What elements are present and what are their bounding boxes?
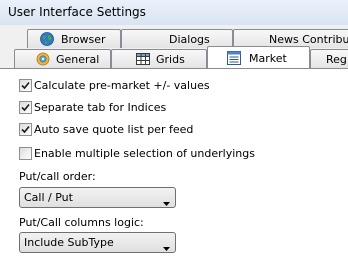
tab-market[interactable]: Market [207,46,310,68]
checkbox-label: Separate tab for Indices [34,101,167,114]
tab-browser[interactable]: Browser [27,29,121,48]
market-tab-panel: Calculate pre-market +/- values Separate… [0,68,348,262]
tab-label: Browser [61,33,106,46]
tab-grids[interactable]: Grids [111,49,207,68]
checkbox[interactable] [19,123,32,136]
putcall-order-select[interactable]: Call / Put [19,187,176,208]
tab-label: News Contributors [269,33,348,46]
tab-general[interactable]: General [14,49,111,68]
tab-strip: Browser Dialogs News Contributors Genera… [0,25,348,68]
tab-reg[interactable]: Reg [310,49,348,68]
tab-label: Market [249,52,287,65]
putcall-order-label: Put/call order: [19,170,96,183]
columns-logic-select[interactable]: Include SubType [19,232,176,253]
chevron-down-icon [163,241,170,254]
globe-icon [40,32,54,46]
columns-logic-label: Put/Call columns logic: [19,216,144,229]
checkbox-label: Calculate pre-market +/- values [34,79,210,92]
select-value: Call / Put [24,191,73,204]
chevron-down-icon [163,196,170,209]
checkbox-label: Auto save quote list per feed [34,123,194,136]
window-title: User Interface Settings [8,5,146,19]
tab-label: General [56,53,100,66]
checkbox-label: Enable multiple selection of underlyings [34,147,255,160]
tab-label: Dialogs [169,33,210,46]
checkbox[interactable] [19,79,32,92]
checkbox[interactable] [19,147,32,160]
title-bar[interactable]: User Interface Settings [0,0,348,26]
settings-window: User Interface Settings Browser Dialogs … [0,0,348,262]
grid-icon [136,52,150,66]
tab-label: Grids [156,53,185,66]
checkbox[interactable] [19,101,32,114]
select-value: Include SubType [24,236,114,249]
general-settings-icon [36,52,50,66]
market-icon [227,51,241,65]
tab-label: Reg [326,53,347,66]
